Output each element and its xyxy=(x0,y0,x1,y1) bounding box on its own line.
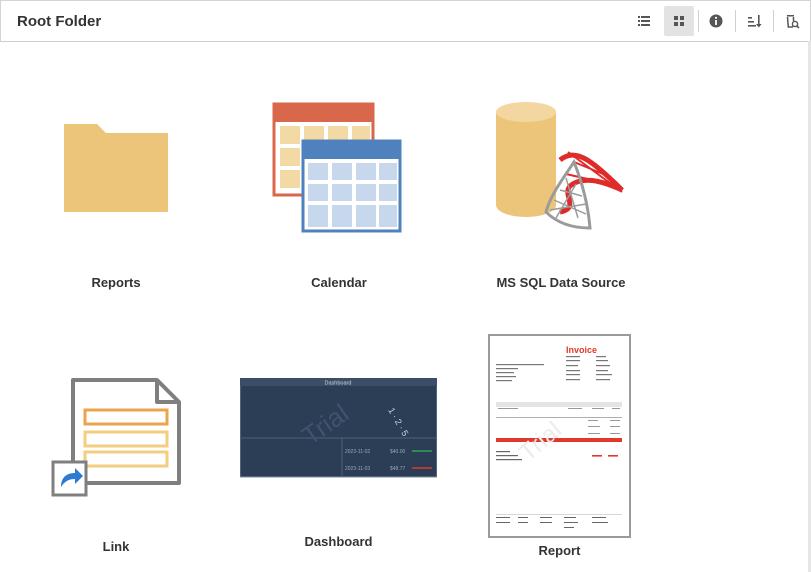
item-label: Link xyxy=(102,539,130,554)
invoice-title: Invoice xyxy=(566,345,597,355)
toolbar-separator xyxy=(735,10,736,32)
item-label: Reports xyxy=(91,275,141,290)
sort-icon xyxy=(748,15,762,28)
item-link[interactable]: Link xyxy=(45,375,187,555)
grid-view-button[interactable] xyxy=(664,6,694,36)
dashboard-row-value: $40.00 xyxy=(390,449,406,455)
dashboard-row-value: $48.77 xyxy=(390,466,406,472)
dashboard-row-date: 2023-11-02 xyxy=(345,449,370,455)
toolbar-separator xyxy=(773,10,774,32)
page-title: Root Folder xyxy=(17,13,102,30)
item-calendar[interactable]: Calendar xyxy=(268,100,410,300)
item-label: Dashboard xyxy=(304,534,373,549)
item-reports[interactable]: Reports xyxy=(45,100,187,300)
sort-button[interactable] xyxy=(739,6,769,36)
dashboard-row-date: 2023-11-03 xyxy=(345,466,370,472)
list-view-icon xyxy=(638,16,650,26)
recycle-bin-icon xyxy=(786,15,800,29)
list-view-button[interactable] xyxy=(629,6,659,36)
grid-view-icon xyxy=(674,16,684,26)
item-dashboard[interactable]: Dashboard Trial 1 · 2 · 5 2023-11-02 $40… xyxy=(240,378,437,558)
item-label: Report xyxy=(538,543,581,558)
folder-icon xyxy=(64,124,168,212)
recycle-bin-button[interactable] xyxy=(777,6,807,36)
item-report[interactable]: Invoice Trial Report xyxy=(488,334,631,559)
toolbar-separator xyxy=(698,10,699,32)
item-label: Calendar xyxy=(311,275,367,290)
dashboard-thumbnail: Dashboard Trial 1 · 2 · 5 2023-11-02 $40… xyxy=(240,378,437,478)
item-ms-sql-data-source[interactable]: MS SQL Data Source xyxy=(490,100,632,300)
dashboard-thumb-title: Dashboard xyxy=(325,381,352,387)
item-label: MS SQL Data Source xyxy=(496,275,626,290)
report-thumbnail: Invoice Trial xyxy=(488,334,631,538)
info-button[interactable] xyxy=(701,6,731,36)
calendar-table-icon xyxy=(272,102,402,233)
info-icon xyxy=(709,14,723,28)
folder-header: Root Folder xyxy=(0,0,811,42)
link-document-icon xyxy=(51,378,181,497)
mssql-database-icon xyxy=(496,102,624,230)
